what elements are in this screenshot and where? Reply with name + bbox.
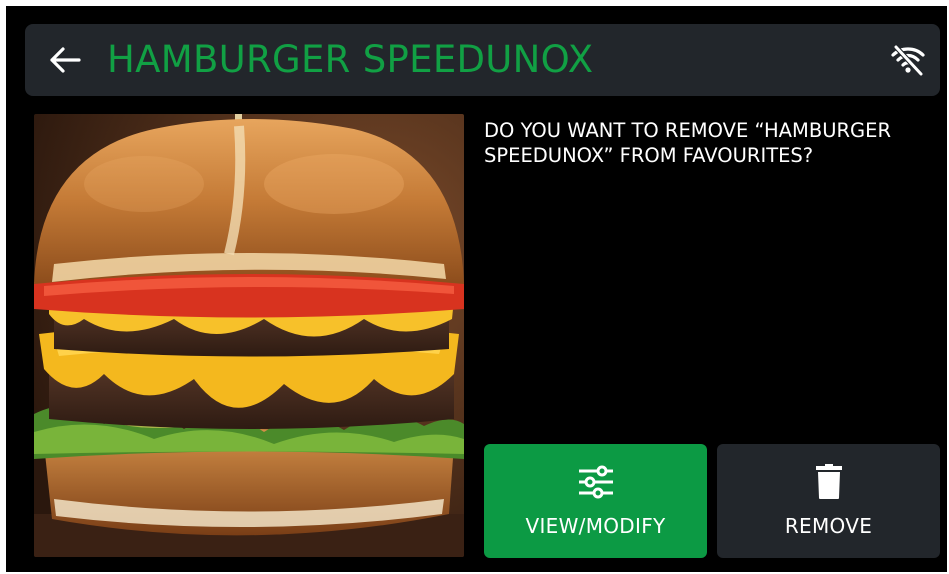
- view-modify-button[interactable]: VIEW/MODIFY: [484, 444, 707, 558]
- remove-button[interactable]: REMOVE: [717, 444, 940, 558]
- page-title: HAMBURGER SPEEDUNOX: [107, 38, 594, 81]
- top-bar: HAMBURGER SPEEDUNOX: [25, 24, 940, 96]
- hamburger-photo: [34, 114, 464, 557]
- wifi-off-icon: [891, 44, 925, 77]
- app-screen: HAMBURGER SPEEDUNOX DO YOU WANT TO REMOV…: [6, 6, 947, 572]
- remove-confirmation-text: DO YOU WANT TO REMOVE “HAMBURGER SPEEDUN…: [484, 119, 892, 167]
- remove-label: REMOVE: [784, 514, 873, 538]
- view-modify-label: VIEW/MODIFY: [525, 514, 666, 538]
- arrow-left-icon: [50, 47, 81, 73]
- trash-icon: [815, 464, 842, 499]
- sliders-icon: [578, 465, 613, 499]
- back-button[interactable]: [45, 40, 85, 80]
